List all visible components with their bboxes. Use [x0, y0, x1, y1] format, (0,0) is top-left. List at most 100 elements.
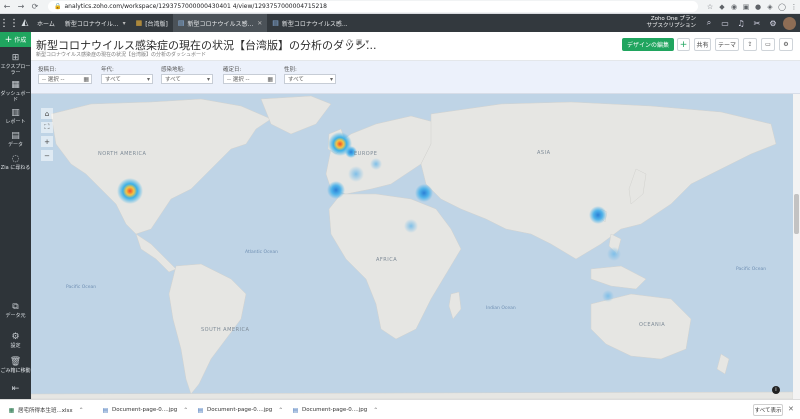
sidebar-item-report[interactable]: ▥ レポート: [0, 108, 31, 125]
analytics-logo-icon[interactable]: ◭: [18, 14, 32, 32]
chevron-up-icon[interactable]: ⌃: [183, 407, 188, 414]
theme-button[interactable]: テーマ: [715, 38, 739, 51]
save-icon[interactable]: ▣: [356, 38, 363, 46]
extension-icon[interactable]: ◆: [716, 1, 728, 13]
chevron-up-icon[interactable]: ⌃: [278, 407, 283, 414]
chevron-up-icon[interactable]: ⌃: [79, 407, 84, 414]
download-bar: ▦ 居宅所得本生班...xlsx ⌃ ▤ Document-page-0....…: [0, 399, 800, 419]
map-controls: ⌂ ⛶ + −: [41, 108, 53, 161]
datasource-icon: ⧉: [12, 302, 19, 312]
dashboard-icon: ▤: [177, 19, 185, 27]
plan-info[interactable]: Zoho One プラン サブスクリプション: [646, 16, 701, 30]
download-item[interactable]: ▤ Document-page-0....jpg ⌃: [197, 404, 284, 416]
avatar[interactable]: [783, 16, 796, 30]
hotspot-taiwan: [589, 206, 607, 224]
create-button[interactable]: + 作成: [0, 32, 31, 47]
table-icon: ▦: [135, 19, 143, 27]
zoom-out-icon[interactable]: −: [41, 150, 53, 161]
menu-icon[interactable]: ⋮: [788, 1, 800, 13]
comment-icon[interactable]: ▭: [761, 38, 775, 51]
infection-place-select[interactable]: すべて ▾: [161, 74, 213, 84]
chat-icon[interactable]: ▭: [717, 14, 733, 32]
close-icon[interactable]: ✕: [788, 405, 794, 413]
back-icon[interactable]: ←: [0, 0, 14, 14]
hotspot-united-states: [117, 178, 143, 204]
refresh-icon[interactable]: ⟳: [347, 38, 353, 46]
tab-home[interactable]: ホーム: [32, 14, 60, 32]
star-icon[interactable]: ☆: [704, 1, 716, 13]
trash-icon: 🗑: [9, 357, 22, 367]
sidebar-item-dashboard[interactable]: ▦ ダッシュボード: [0, 80, 31, 103]
sidebar-item-explorer[interactable]: ⊞ エクスプローラー: [0, 53, 31, 76]
forward-icon[interactable]: →: [14, 0, 28, 14]
download-item[interactable]: ▦ 居宅所得本生班...xlsx ⌃: [8, 404, 84, 416]
table-icon: ▤: [11, 131, 20, 141]
share-button[interactable]: 共有: [694, 38, 711, 51]
dashboard-icon: ▤: [272, 19, 279, 27]
calendar-icon: ▦: [267, 76, 273, 83]
zoom-in-icon[interactable]: +: [41, 136, 53, 147]
collapse-sidebar-icon[interactable]: ⇤: [0, 384, 31, 395]
app-grid-icon[interactable]: ⋮⋮: [0, 14, 19, 32]
address-bar[interactable]: 🔒 analytics.zoho.com/workspace/129375700…: [48, 1, 698, 12]
settings-icon[interactable]: ⚙: [779, 38, 793, 51]
tab-table[interactable]: ▦ [台湾版]: [131, 14, 173, 32]
label-atlantic-ocean: Atlantic Ocean: [245, 250, 278, 255]
extension-icon[interactable]: ◉: [728, 1, 740, 13]
export-icon[interactable]: ⇪: [743, 38, 757, 51]
edit-design-button[interactable]: デザインの編集: [622, 38, 674, 51]
extension-icon[interactable]: ◈: [764, 1, 776, 13]
extension-icon[interactable]: ●: [752, 1, 764, 13]
post-date-picker[interactable]: -- 選択 -- ▦: [38, 74, 92, 84]
filter-post-date: 投稿日: -- 選択 -- ▦: [38, 65, 92, 84]
chevron-down-icon: ▾: [329, 76, 333, 83]
home-icon[interactable]: ⌂: [41, 108, 53, 119]
confirm-date-picker[interactable]: -- 選択 -- ▦: [223, 74, 276, 84]
hotspot-indonesia: [602, 290, 614, 302]
sidebar-item-data[interactable]: ▤ データ: [0, 131, 31, 148]
extension-icon[interactable]: ▣: [740, 1, 752, 13]
download-item[interactable]: ▤ Document-page-0....jpg ⌃: [292, 404, 379, 416]
download-item[interactable]: ▤ Document-page-0....jpg ⌃: [102, 404, 189, 416]
sidebar-item-trash[interactable]: 🗑 ごみ箱に移動: [0, 357, 31, 374]
central-america: [135, 233, 177, 273]
dashboard-icon: ▦: [11, 80, 20, 90]
chevron-down-icon[interactable]: ▾: [123, 20, 126, 27]
tools-icon[interactable]: ✂: [749, 14, 765, 32]
hotspot-egypt: [404, 219, 418, 233]
search-icon[interactable]: ⌕: [701, 14, 717, 32]
info-icon[interactable]: i: [772, 386, 780, 394]
reload-icon[interactable]: ⟳: [28, 0, 42, 14]
close-icon[interactable]: ✕: [257, 20, 262, 27]
vertical-scrollbar[interactable]: [793, 94, 800, 399]
app-header: ⋮⋮ ◭ ホーム 新型コロナウイル... ▾ ▦ [台湾版] ▤ 新型コロナウイ…: [0, 14, 800, 32]
browser-toolbar: ← → ⟳ 🔒 analytics.zoho.com/workspace/129…: [0, 0, 800, 14]
africa: [328, 193, 462, 340]
hotspot-turkey: [415, 184, 433, 202]
show-all-downloads-button[interactable]: すべて表示: [753, 404, 783, 416]
age-select[interactable]: すべて ▾: [101, 74, 153, 84]
more-icon[interactable]: ▾: [366, 38, 370, 46]
world-map[interactable]: NORTH AMERICA EUROPE ASIA AFRICA SOUTH A…: [31, 94, 793, 399]
asia: [420, 101, 777, 260]
tab-workspace[interactable]: 新型コロナウイル... ▾: [60, 14, 131, 32]
dashboard-header: 新型コロナウイルス感染症の現在の状況【台湾版】の分析のダッシ... 新型コロナウ…: [31, 32, 800, 61]
page-subtitle: 新型コロナウイルス感染症の現在の状況【台湾版】の分析のダッシュボード: [36, 52, 207, 58]
chevron-up-icon[interactable]: ⌃: [373, 407, 378, 414]
scrollbar-thumb[interactable]: [794, 194, 799, 234]
tab-dashboard-active[interactable]: ▤ 新型コロナウイルス感... ✕: [172, 14, 268, 32]
tab-dashboard[interactable]: ▤ 新型コロナウイルス感...: [267, 14, 352, 32]
filter-age: 年代: すべて ▾: [101, 65, 153, 84]
add-button[interactable]: +: [677, 38, 690, 51]
sidebar-item-datasource[interactable]: ⧉ データ元: [0, 302, 31, 319]
select-region-icon[interactable]: ⛶: [41, 122, 53, 133]
sidebar-item-settings[interactable]: ⚙ 設定: [0, 332, 31, 349]
map-canvas: [31, 95, 793, 399]
bell-icon[interactable]: ♫: [733, 14, 749, 32]
label-africa: AFRICA: [376, 257, 398, 263]
settings-icon[interactable]: ⚙: [765, 14, 781, 32]
profile-icon[interactable]: ◯: [776, 1, 788, 13]
gender-select[interactable]: すべて ▾: [284, 74, 336, 84]
sidebar-item-zia[interactable]: ◌ Zia に尋ねる: [0, 154, 31, 171]
title-tools: ⟳ ▣ ▾: [347, 38, 369, 46]
